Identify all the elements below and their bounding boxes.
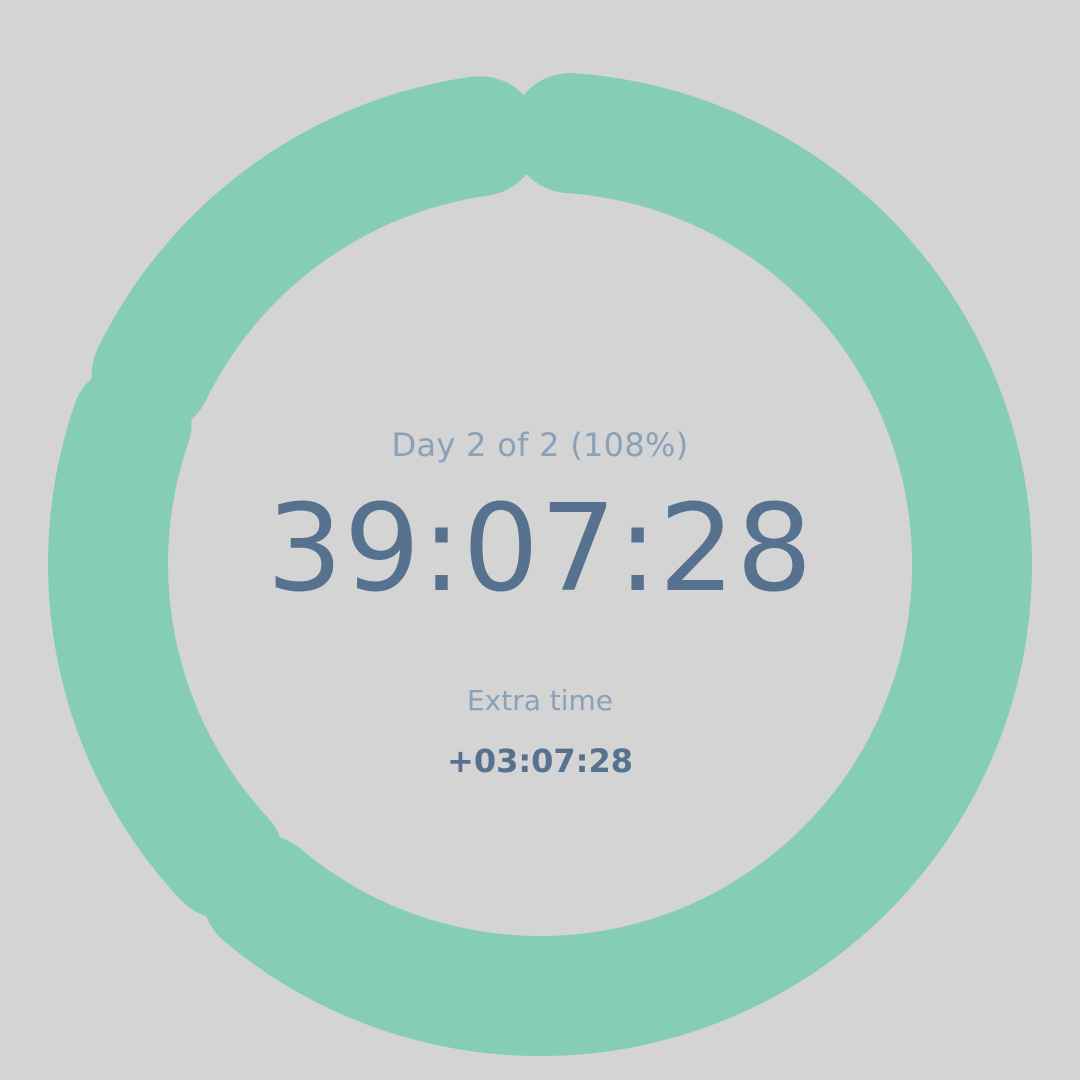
extra-time-value: +03:07:28 (447, 742, 633, 780)
elapsed-timer: 39:07:28 (266, 480, 814, 619)
timer-screen: Day 2 of 2 (108%) 39:07:28 Extra time +0… (0, 0, 1080, 1080)
extra-time-label: Extra time (466, 684, 614, 717)
timer-center: Day 2 of 2 (108%) 39:07:28 Extra time +0… (0, 0, 1080, 1080)
day-progress-label: Day 2 of 2 (108%) (391, 426, 689, 464)
